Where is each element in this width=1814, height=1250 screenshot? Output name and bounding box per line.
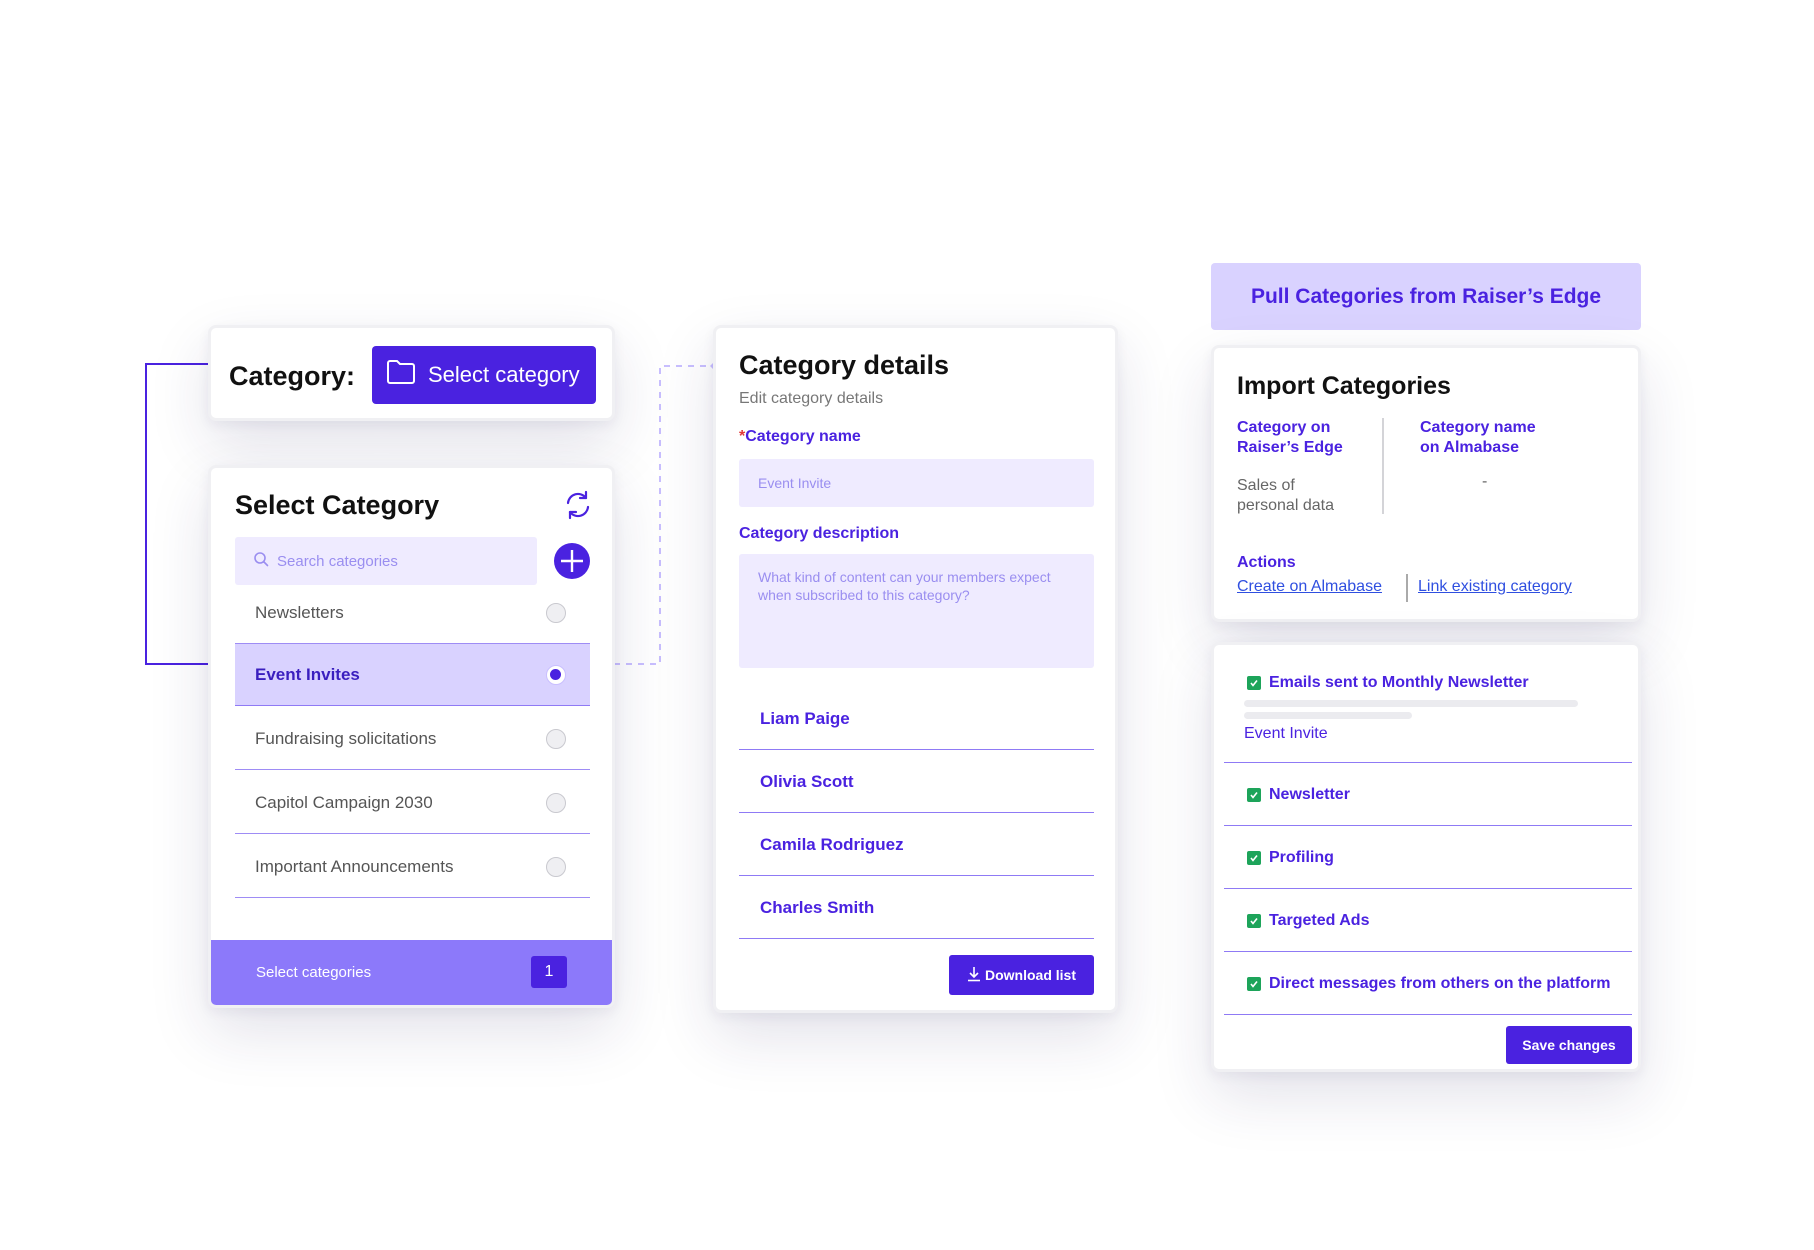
member-name: Olivia Scott: [760, 771, 854, 791]
save-changes-button[interactable]: Save changes: [1506, 1026, 1632, 1064]
category-item-announcements[interactable]: Important Announcements: [235, 836, 590, 898]
member-row[interactable]: Charles Smith: [739, 877, 1094, 939]
member-name: Liam Paige: [760, 708, 850, 728]
category-radio[interactable]: [546, 857, 566, 877]
category-item-label: Capitol Campaign 2030: [255, 792, 433, 812]
plus-icon: [561, 550, 583, 572]
select-category-card: Select Category Search categories Newsle…: [208, 465, 615, 1008]
category-radio[interactable]: [546, 729, 566, 749]
category-description-placeholder: What kind of content can your members ex…: [758, 569, 1051, 603]
category-details-title: Category details: [739, 350, 950, 380]
search-placeholder: Search categories: [277, 552, 398, 570]
category-picker-card: Category: Select category: [208, 325, 615, 421]
checkbox-checked-icon[interactable]: [1247, 788, 1261, 802]
category-label: Category:: [229, 361, 356, 391]
checkbox-checked-icon[interactable]: [1247, 676, 1261, 690]
actions-divider: [1406, 574, 1408, 602]
col-header-line: Category name: [1420, 419, 1536, 436]
category-name-label-text: Category name: [745, 428, 861, 445]
search-categories-input[interactable]: Search categories: [235, 537, 537, 585]
download-icon: [967, 966, 981, 985]
checklist-item[interactable]: Emails sent to Monthly Newsletter Event …: [1224, 645, 1632, 763]
almabase-category-value: -: [1482, 473, 1488, 490]
checklist-item-label: Emails sent to Monthly Newsletter: [1269, 674, 1529, 691]
checklist-item[interactable]: Direct messages from others on the platf…: [1224, 952, 1632, 1015]
selected-count-badge: 1: [531, 956, 567, 988]
category-item-event-invites[interactable]: Event Invites: [235, 644, 590, 706]
category-item-label: Event Invites: [255, 664, 360, 684]
value-line: Sales of: [1237, 477, 1295, 494]
placeholder-bar: [1244, 700, 1578, 707]
import-categories-title: Import Categories: [1237, 372, 1451, 400]
category-item-label: Newsletters: [255, 602, 344, 622]
connector-list-to-details: [614, 362, 718, 665]
col-header-line: Category on: [1237, 419, 1331, 436]
pull-categories-label: Pull Categories from Raiser’s Edge: [1250, 284, 1602, 308]
search-icon: [253, 551, 269, 571]
add-category-button[interactable]: [554, 543, 590, 579]
col-header-line: Raiser’s Edge: [1237, 439, 1343, 456]
category-description-textarea[interactable]: What kind of content can your members ex…: [739, 554, 1094, 668]
member-row[interactable]: Camila Rodriguez: [739, 814, 1094, 876]
folder-icon: [386, 359, 416, 391]
member-name: Charles Smith: [760, 897, 875, 917]
col-header-almabase: Category name on Almabase: [1420, 418, 1536, 458]
select-category-title: Select Category: [235, 490, 440, 520]
category-checklist-card: Emails sent to Monthly Newsletter Event …: [1211, 642, 1641, 1072]
category-item-label: Important Announcements: [255, 856, 454, 876]
import-categories-card: Import Categories Category on Raiser’s E…: [1211, 345, 1641, 622]
download-list-button[interactable]: Download list: [949, 955, 1094, 995]
save-changes-label: Save changes: [1522, 1037, 1616, 1053]
col-header-line: on Almabase: [1420, 439, 1519, 456]
column-divider: [1382, 418, 1384, 514]
category-name-input[interactable]: Event Invite: [739, 459, 1094, 507]
category-item-newsletters[interactable]: Newsletters: [235, 582, 590, 644]
checklist-item-label: Targeted Ads: [1269, 912, 1370, 929]
checkbox-checked-icon[interactable]: [1247, 914, 1261, 928]
footer-label: Select categories: [256, 964, 372, 981]
category-radio[interactable]: [546, 603, 566, 623]
checklist-item-label: Newsletter: [1269, 786, 1350, 803]
checkbox-checked-icon[interactable]: [1247, 851, 1261, 865]
select-categories-footer[interactable]: Select categories 1: [211, 940, 612, 1005]
category-description-label: Category description: [739, 525, 900, 542]
category-item-capitol-campaign[interactable]: Capitol Campaign 2030: [235, 772, 590, 834]
checklist-item-sublabel: Event Invite: [1244, 725, 1328, 742]
refresh-icon[interactable]: [561, 488, 595, 522]
pull-categories-header[interactable]: Pull Categories from Raiser’s Edge: [1211, 263, 1641, 330]
select-category-button[interactable]: Select category: [372, 346, 596, 404]
select-category-button-label: Select category: [428, 362, 580, 387]
category-radio[interactable]: [546, 665, 566, 685]
actions-label: Actions: [1237, 554, 1296, 571]
checklist-item[interactable]: Newsletter: [1224, 763, 1632, 826]
checklist-item-label: Direct messages from others on the platf…: [1269, 975, 1611, 992]
col-header-raisers-edge: Category on Raiser’s Edge: [1237, 418, 1343, 458]
checkbox-checked-icon[interactable]: [1247, 977, 1261, 991]
member-row[interactable]: Olivia Scott: [739, 751, 1094, 813]
download-list-label: Download list: [985, 967, 1076, 983]
category-item-label: Fundraising solicitations: [255, 728, 437, 748]
category-details-card: Category details Edit category details *…: [713, 325, 1118, 1013]
checklist-item-label: Profiling: [1269, 849, 1334, 866]
placeholder-bar: [1244, 712, 1412, 719]
raisers-edge-category-value: Sales of personal data: [1237, 476, 1334, 516]
category-radio[interactable]: [546, 793, 566, 813]
category-item-fundraising[interactable]: Fundraising solicitations: [235, 708, 590, 770]
category-name-label: *Category name: [739, 428, 861, 446]
value-line: personal data: [1237, 497, 1334, 514]
checklist-item[interactable]: Targeted Ads: [1224, 889, 1632, 952]
create-on-almabase-link[interactable]: Create on Almabase: [1237, 578, 1382, 596]
member-row[interactable]: Liam Paige: [739, 688, 1094, 750]
category-name-value: Event Invite: [758, 475, 832, 491]
checklist-item[interactable]: Profiling: [1224, 826, 1632, 889]
member-name: Camila Rodriguez: [760, 834, 904, 854]
category-details-subtitle: Edit category details: [739, 390, 884, 407]
link-existing-category-link[interactable]: Link existing category: [1418, 578, 1572, 596]
